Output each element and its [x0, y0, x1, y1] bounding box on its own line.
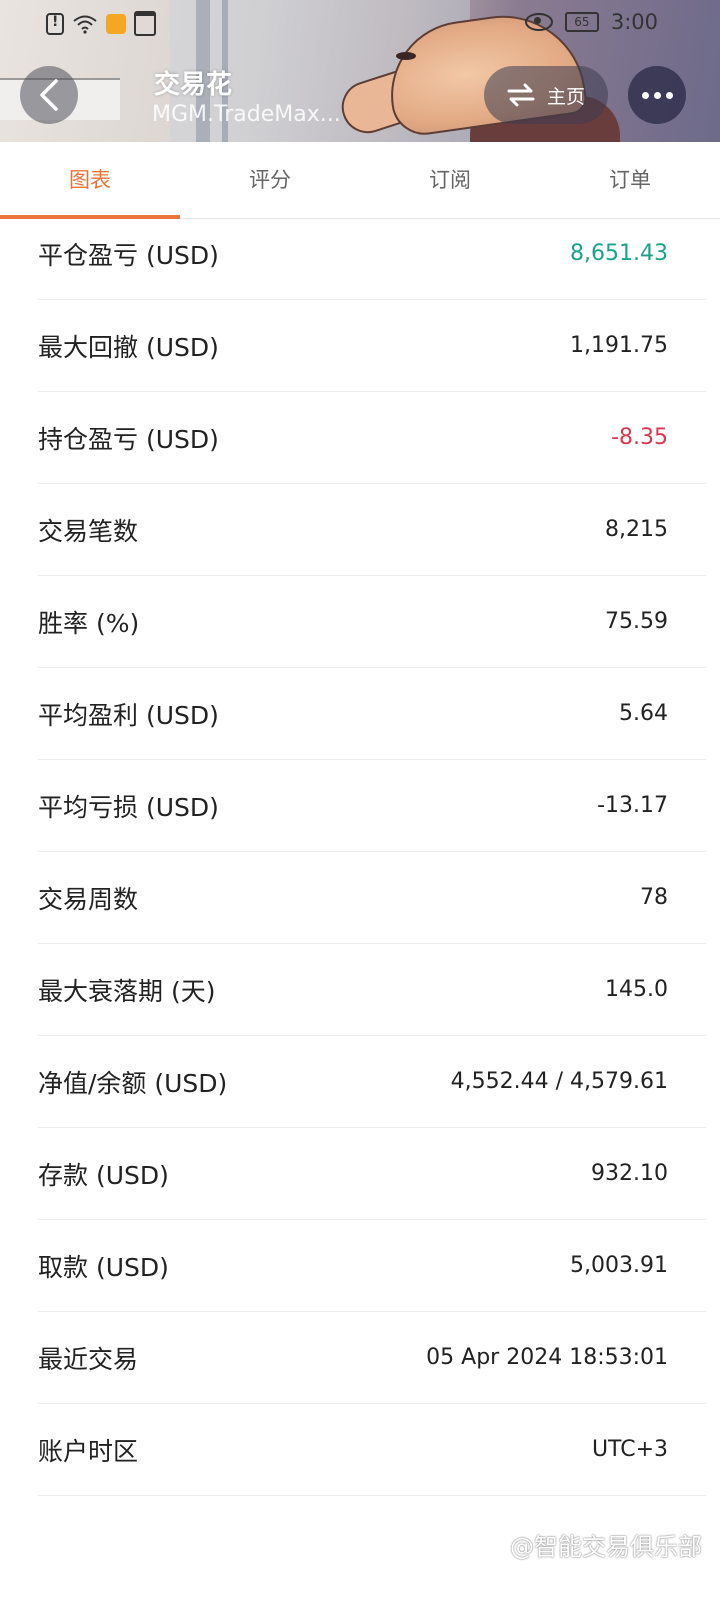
app-notification-icon: [106, 13, 126, 34]
stat-value: 8,215: [605, 517, 668, 542]
tab-orders[interactable]: 订单: [540, 142, 720, 218]
swap-icon: [507, 83, 535, 107]
stat-value: -8.35: [611, 425, 668, 450]
stat-value: 1,191.75: [570, 333, 668, 358]
stat-row-withdrawals: 取款 (USD) 5,003.91: [38, 1220, 706, 1312]
wifi-icon: [73, 15, 97, 34]
stat-label: 交易周数: [38, 884, 139, 914]
chevron-left-icon: [40, 79, 58, 111]
stat-row-win-rate: 胜率 (%) 75.59: [38, 576, 706, 668]
stat-value: 5.64: [619, 701, 668, 726]
more-dots-icon: [653, 91, 661, 99]
stat-row-max-decline-period: 最大衰落期 (天) 145.0: [38, 944, 706, 1036]
stat-row-trading-weeks: 交易周数 78: [38, 852, 706, 944]
stat-row-max-drawdown: 最大回撤 (USD) 1,191.75: [38, 300, 706, 392]
profile-header-banner: 65 3:00 交易花 MGM.TradeMax... 主页: [0, 0, 720, 142]
stat-label: 平仓盈亏 (USD): [38, 240, 219, 270]
stat-row-timezone: 账户时区 UTC+3: [38, 1404, 706, 1496]
stats-list: 平仓盈亏 (USD) 8,651.43 最大回撤 (USD) 1,191.75 …: [38, 208, 706, 1496]
stat-value: 05 Apr 2024 18:53:01: [426, 1345, 668, 1370]
stat-value: 4,552.44 / 4,579.61: [450, 1069, 668, 1094]
tab-chart[interactable]: 图表: [0, 142, 180, 219]
stat-row-closed-pnl: 平仓盈亏 (USD) 8,651.43: [38, 208, 706, 300]
stat-label: 交易笔数: [38, 516, 139, 546]
stat-label: 最大衰落期 (天): [38, 976, 216, 1006]
watermark: @智能交易俱乐部: [510, 1533, 702, 1561]
stat-value: 78: [640, 885, 668, 910]
more-dots-icon: [641, 91, 649, 99]
eye-icon: [524, 13, 553, 31]
stat-label: 胜率 (%): [38, 608, 140, 638]
home-button-label: 主页: [546, 85, 585, 108]
stat-value: 145.0: [605, 977, 668, 1002]
more-dots-icon: [665, 91, 673, 99]
stat-row-trade-count: 交易笔数 8,215: [38, 484, 706, 576]
page-title: 交易花: [154, 70, 233, 100]
stat-row-open-pnl: 持仓盈亏 (USD) -8.35: [38, 392, 706, 484]
stat-label: 存款 (USD): [38, 1160, 169, 1190]
stat-label: 平均亏损 (USD): [38, 792, 219, 822]
stat-label: 最近交易: [38, 1344, 139, 1374]
stat-value: -13.17: [597, 793, 668, 818]
status-time: 3:00: [610, 10, 658, 34]
page-subtitle: MGM.TradeMax...: [152, 102, 341, 127]
stat-value: 8,651.43: [570, 241, 668, 266]
stat-row-avg-profit: 平均盈利 (USD) 5.64: [38, 668, 706, 760]
stat-value: 75.59: [605, 609, 668, 634]
stat-row-avg-loss: 平均亏损 (USD) -13.17: [38, 760, 706, 852]
stat-label: 持仓盈亏 (USD): [38, 424, 219, 454]
stat-label: 最大回撤 (USD): [38, 332, 219, 362]
stat-value: 5,003.91: [570, 1253, 668, 1278]
stat-label: 平均盈利 (USD): [38, 700, 219, 730]
stat-row-deposits: 存款 (USD) 932.10: [38, 1128, 706, 1220]
stat-value: 932.10: [591, 1161, 668, 1186]
banner-decoration: [396, 52, 416, 60]
status-bar: 65 3:00: [0, 0, 720, 48]
battery-icon: 65: [564, 12, 599, 32]
back-button[interactable]: [20, 66, 78, 124]
stat-row-equity-balance: 净值/余额 (USD) 4,552.44 / 4,579.61: [38, 1036, 706, 1128]
tab-rating[interactable]: 评分: [180, 142, 360, 218]
home-button[interactable]: 主页: [484, 66, 608, 124]
stat-label: 净值/余额 (USD): [38, 1068, 228, 1098]
calendar-icon: [134, 11, 156, 36]
stat-row-last-trade: 最近交易 05 Apr 2024 18:53:01: [38, 1312, 706, 1404]
stat-value: UTC+3: [591, 1437, 668, 1462]
stat-label: 账户时区: [38, 1436, 139, 1466]
more-options-button[interactable]: [628, 66, 686, 124]
stat-label: 取款 (USD): [38, 1252, 169, 1282]
tab-subscribe[interactable]: 订阅: [360, 142, 540, 218]
alert-icon: [46, 12, 64, 35]
